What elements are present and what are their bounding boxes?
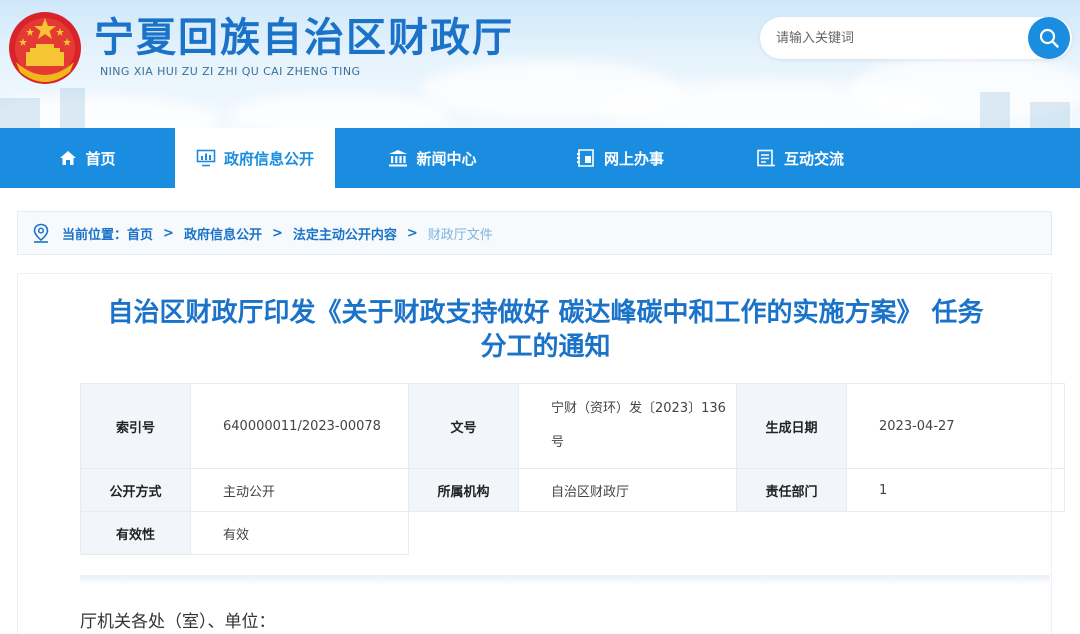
meta-org-label: 所属机构 — [408, 468, 519, 512]
chart-monitor-icon — [196, 149, 216, 167]
meta-date-label: 生成日期 — [736, 383, 847, 469]
nav-item-gov-info[interactable]: 政府信息公开 — [175, 128, 335, 188]
building-icon — [388, 149, 408, 167]
document-icon — [576, 149, 596, 167]
meta-dept-value: 1 — [846, 468, 1065, 512]
meta-index-label: 索引号 — [80, 383, 191, 469]
search-box — [760, 17, 1072, 59]
breadcrumb-prefix: 当前位置： — [62, 227, 128, 243]
meta-valid-label: 有效性 — [80, 511, 191, 555]
breadcrumb: 当前位置： 首页 > 政府信息公开 > 法定主动公开内容 > 财政厅文件 — [17, 211, 1052, 255]
site-header: 宁夏回族自治区财政厅 NING XIA HUI ZU ZI ZHI QU CAI… — [0, 0, 1080, 128]
main-nav: 首页 政府信息公开 新闻中心 网上办事 互动交流 — [0, 128, 1080, 188]
document-meta-table: 索引号 640000011/2023-00078 文号 宁财（资环）发〔2023… — [80, 383, 1065, 555]
breadcrumb-gov-info[interactable]: 政府信息公开 — [184, 224, 262, 243]
nav-item-home[interactable]: 首页 — [0, 128, 175, 188]
location-pin-icon — [32, 223, 50, 243]
meta-docno-value: 宁财（资环）发〔2023〕136 号 — [518, 383, 737, 469]
breadcrumb-statutory[interactable]: 法定主动公开内容 — [293, 224, 397, 243]
nav-item-news[interactable]: 新闻中心 — [335, 128, 530, 188]
form-icon — [756, 149, 776, 167]
home-icon — [59, 150, 77, 166]
search-icon — [1039, 28, 1059, 48]
breadcrumb-separator: > — [271, 225, 283, 241]
section-divider — [80, 575, 1050, 585]
meta-valid-value: 有效 — [190, 511, 409, 555]
meta-open-label: 公开方式 — [80, 468, 191, 512]
meta-open-value: 主动公开 — [190, 468, 409, 512]
article-body-salutation: 厅机关各处（室）、单位： — [80, 612, 276, 632]
search-input[interactable] — [776, 27, 1026, 49]
meta-index-value: 640000011/2023-00078 — [190, 383, 409, 469]
nav-item-interaction[interactable]: 互动交流 — [710, 128, 890, 188]
meta-dept-label: 责任部门 — [736, 468, 847, 512]
meta-docno-label: 文号 — [408, 383, 519, 469]
breadcrumb-separator: > — [163, 225, 174, 241]
nav-item-online-services[interactable]: 网上办事 — [530, 128, 710, 188]
breadcrumb-home[interactable]: 首页 — [127, 224, 153, 243]
national-emblem-icon — [9, 12, 81, 84]
breadcrumb-current[interactable]: 财政厅文件 — [428, 224, 493, 243]
breadcrumb-separator: > — [406, 225, 418, 241]
site-title: 宁夏回族自治区财政厅 — [94, 15, 514, 61]
search-button[interactable] — [1028, 17, 1070, 59]
site-title-pinyin: NING XIA HUI ZU ZI ZHI QU CAI ZHENG TING — [100, 65, 361, 78]
meta-org-value: 自治区财政厅 — [518, 468, 737, 512]
article-title: 自治区财政厅印发《关于财政支持做好 碳达峰碳中和工作的实施方案》 任务 分工的通… — [107, 298, 984, 362]
meta-date-value: 2023-04-27 — [846, 383, 1065, 469]
